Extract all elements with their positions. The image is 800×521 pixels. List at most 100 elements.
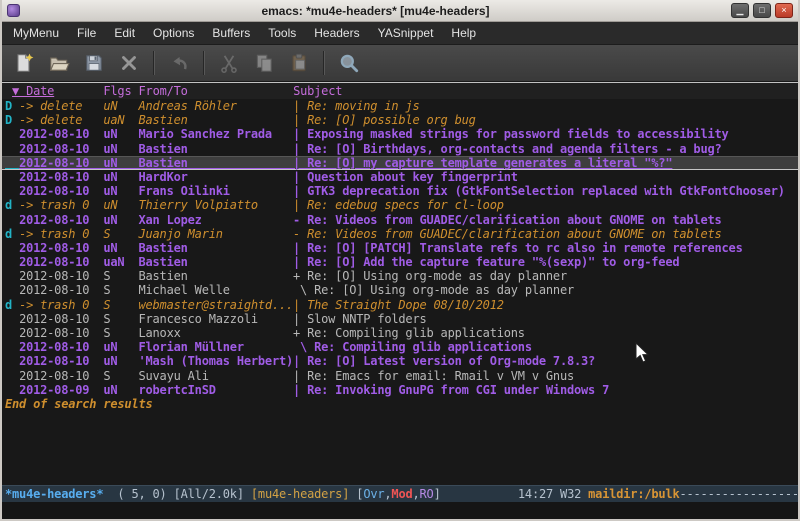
message-row[interactable]: d -> trash 0 S webmaster@straightd...| T… xyxy=(5,298,798,312)
message-line: 2012-08-10 S Michael Welle \ Re: [O] Usi… xyxy=(19,283,574,297)
close-icon xyxy=(118,52,140,74)
message-row[interactable]: 2012-08-10 S Lanoxx + Re: Compiling glib… xyxy=(5,326,798,340)
modeline-segment-plain: ] xyxy=(434,487,441,501)
maximize-button[interactable]: □ xyxy=(753,3,771,18)
message-line: -> trash 0 S Juanjo Marin - Re: Videos f… xyxy=(19,227,721,241)
menu-buffers[interactable]: Buffers xyxy=(203,22,259,44)
message-row[interactable]: 2012-08-10 uN 'Mash (Thomas Herbert)| Re… xyxy=(5,354,798,368)
paste-icon xyxy=(288,52,310,74)
message-line: -> delete uN Andreas Röhler | Re: moving… xyxy=(19,99,419,113)
mark-indicator: d xyxy=(5,198,19,212)
mark-indicator xyxy=(5,142,19,156)
emacs-window: emacs: *mu4e-headers* [mu4e-headers] ▁ □ ×… xyxy=(0,0,800,521)
modeline-segment-mod: Mod xyxy=(391,487,412,501)
titlebar[interactable]: emacs: *mu4e-headers* [mu4e-headers] ▁ □ × xyxy=(2,0,798,22)
message-row[interactable]: 2012-08-10 uaN Bastien | Re: [O] Add the… xyxy=(5,255,798,269)
toolbar-open-file-button[interactable] xyxy=(43,48,75,78)
echo-area[interactable] xyxy=(2,502,798,519)
message-line: 2012-08-10 S Lanoxx + Re: Compiling glib… xyxy=(19,326,525,340)
menu-options[interactable]: Options xyxy=(144,22,203,44)
message-row[interactable]: 2012-08-10 uN Bastien | Re: [O] my captu… xyxy=(2,156,798,170)
message-row[interactable]: d -> trash 0 uN Thierry Volpiatto | Re: … xyxy=(5,198,798,212)
open-file-icon xyxy=(48,52,70,74)
menu-help[interactable]: Help xyxy=(442,22,485,44)
message-line: 2012-08-10 uN Mario Sanchez Prada | Expo… xyxy=(19,127,729,141)
message-line: 2012-08-10 S Francesco Mazzoli | Slow NN… xyxy=(19,312,426,326)
message-row[interactable]: 2012-08-10 uN Mario Sanchez Prada | Expo… xyxy=(5,127,798,141)
message-row[interactable]: 2012-08-10 uN Xan Lopez - Re: Videos fro… xyxy=(5,213,798,227)
end-of-results-marker: End of search results xyxy=(5,397,798,411)
message-row[interactable]: D -> delete uaN Bastien | Re: [O] possib… xyxy=(5,113,798,127)
mark-indicator xyxy=(5,354,19,368)
message-row[interactable]: 2012-08-09 uN robertcInSD | Re: Invoking… xyxy=(5,383,798,397)
copy-icon xyxy=(253,52,275,74)
headers-header-line: ▼ Date Flgs From/To Subject xyxy=(2,83,798,99)
emacs-app-icon xyxy=(7,4,20,17)
mark-indicator xyxy=(5,241,19,255)
spacer xyxy=(131,84,138,98)
modeline-segment-plain: ( 5, 0) [All/2.0k] xyxy=(103,487,251,501)
menu-mymenu[interactable]: MyMenu xyxy=(4,22,68,44)
message-row[interactable]: 2012-08-10 uN HardKor | Question about k… xyxy=(5,170,798,184)
menu-file[interactable]: File xyxy=(68,22,105,44)
mark-indicator xyxy=(5,213,19,227)
message-row[interactable]: 2012-08-10 S Michael Welle \ Re: [O] Usi… xyxy=(5,283,798,297)
close-button[interactable]: × xyxy=(775,3,793,18)
message-row[interactable]: 2012-08-10 uN Bastien | Re: [O] [PATCH] … xyxy=(5,241,798,255)
column-header-flags[interactable]: Flgs xyxy=(103,84,131,98)
mode-line[interactable]: *mu4e-headers* ( 5, 0) [All/2.0k] [mu4e-… xyxy=(2,485,798,502)
menu-headers[interactable]: Headers xyxy=(305,22,368,44)
menu-yasnippet[interactable]: YASnippet xyxy=(369,22,443,44)
window-title: emacs: *mu4e-headers* [mu4e-headers] xyxy=(20,4,731,18)
toolbar-separator xyxy=(153,51,155,75)
mark-indicator xyxy=(5,383,19,397)
new-file-icon xyxy=(13,52,35,74)
message-line: 2012-08-10 S Suvayu Ali | Re: Emacs for … xyxy=(19,369,574,383)
mark-indicator: D xyxy=(5,113,19,127)
toolbar-paste-button xyxy=(283,48,315,78)
message-row[interactable]: 2012-08-10 S Francesco Mazzoli | Slow NN… xyxy=(5,312,798,326)
modeline-segment-buffer: *mu4e-headers* xyxy=(5,487,103,501)
column-header-date[interactable]: ▼ Date xyxy=(12,84,54,98)
toolbar-separator xyxy=(203,51,205,75)
toolbar-new-file-button[interactable] xyxy=(8,48,40,78)
message-line: -> trash 0 S webmaster@straightd...| The… xyxy=(19,298,504,312)
mark-indicator xyxy=(5,312,19,326)
mark-indicator xyxy=(5,283,19,297)
modeline-segment-plain: , xyxy=(413,487,420,501)
message-row[interactable]: D -> delete uN Andreas Röhler | Re: movi… xyxy=(5,99,798,113)
toolbar-save-button[interactable] xyxy=(78,48,110,78)
mark-indicator xyxy=(5,340,19,354)
mouse-cursor xyxy=(635,342,651,364)
mu4e-headers-buffer: D -> delete uN Andreas Röhler | Re: movi… xyxy=(2,99,798,485)
message-row[interactable]: d -> trash 0 S Juanjo Marin - Re: Videos… xyxy=(5,227,798,241)
column-header-from[interactable]: From/To xyxy=(139,84,188,98)
spacer xyxy=(54,84,103,98)
mark-indicator xyxy=(5,170,19,184)
window-controls: ▁ □ × xyxy=(731,3,793,18)
message-line: 2012-08-10 uN Bastien | Re: [O] [PATCH] … xyxy=(19,241,743,255)
message-row[interactable]: 2012-08-10 uN Frans Oilinki | GTK3 depre… xyxy=(5,184,798,198)
menu-edit[interactable]: Edit xyxy=(105,22,144,44)
message-row[interactable]: 2012-08-10 S Bastien + Re: [O] Using org… xyxy=(5,269,798,283)
message-row[interactable]: 2012-08-10 uN Bastien | Re: [O] Birthday… xyxy=(5,142,798,156)
column-header-subject[interactable]: Subject xyxy=(293,84,342,98)
message-row[interactable]: 2012-08-10 S Suvayu Ali | Re: Emacs for … xyxy=(5,369,798,383)
minimize-button[interactable]: ▁ xyxy=(731,3,749,18)
message-row[interactable]: 2012-08-10 uN Florian Müllner \ Re: Comp… xyxy=(5,340,798,354)
toolbar xyxy=(2,45,798,82)
menu-tools[interactable]: Tools xyxy=(259,22,305,44)
mark-indicator: d xyxy=(5,298,19,312)
toolbar-close-button[interactable] xyxy=(113,48,145,78)
message-line: 2012-08-10 S Bastien + Re: [O] Using org… xyxy=(19,269,567,283)
toolbar-separator xyxy=(323,51,325,75)
message-line: -> delete uaN Bastien | Re: [O] possible… xyxy=(19,113,476,127)
message-line: 2012-08-10 uN HardKor | Question about k… xyxy=(19,170,518,184)
toolbar-search-button[interactable] xyxy=(333,48,365,78)
cut-icon xyxy=(218,52,240,74)
undo-icon xyxy=(168,52,190,74)
message-line: 2012-08-10 uN Bastien | Re: [O] my captu… xyxy=(19,156,672,170)
mark-indicator xyxy=(5,269,19,283)
menu-bar: MyMenuFileEditOptionsBuffersToolsHeaders… xyxy=(2,22,798,45)
mark-indicator xyxy=(5,326,19,340)
